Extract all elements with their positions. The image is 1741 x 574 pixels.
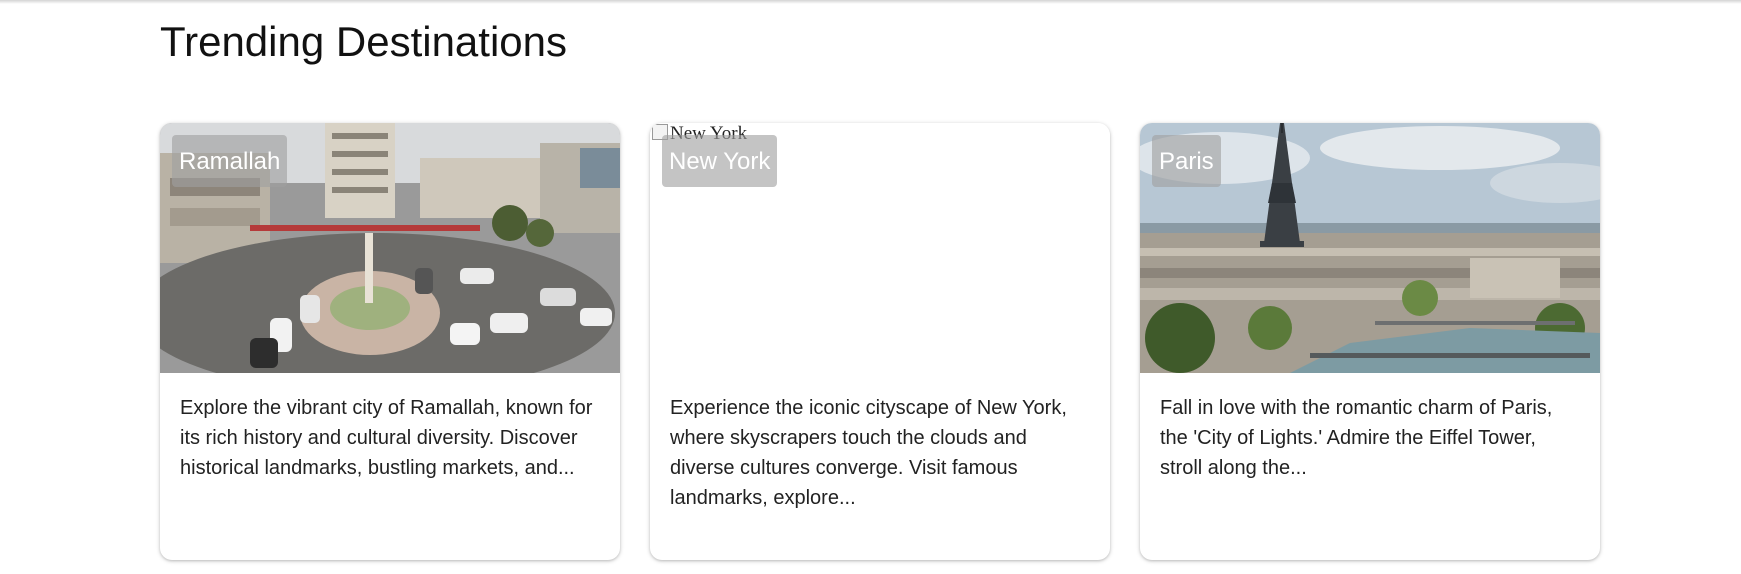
destination-card-ramallah[interactable]: Ramallah Explore the vibrant city of Ram… — [160, 123, 620, 560]
page-title: Trending Destinations — [160, 18, 567, 65]
city-name-badge: Ramallah — [172, 135, 288, 187]
city-name-badge: Paris — [1152, 135, 1221, 187]
destination-description: Fall in love with the romantic charm of … — [1160, 397, 1553, 479]
destination-cards: Ramallah Explore the vibrant city of Ram… — [160, 123, 1600, 560]
destination-card-paris[interactable]: Paris Fall in love with the romantic cha… — [1140, 123, 1600, 560]
destination-image-new-york[interactable]: New York New York — [650, 123, 1110, 373]
destination-image-ramallah[interactable]: Ramallah — [160, 123, 620, 373]
city-name-badge: New York — [662, 135, 778, 187]
destination-description: Explore the vibrant city of Ramallah, kn… — [180, 397, 593, 479]
top-shadow — [0, 0, 1741, 4]
destination-description: Experience the iconic cityscape of New Y… — [670, 397, 1067, 509]
destination-card-new-york[interactable]: New York New York Experience the iconic … — [650, 123, 1110, 560]
destination-image-paris[interactable]: Paris — [1140, 123, 1600, 373]
